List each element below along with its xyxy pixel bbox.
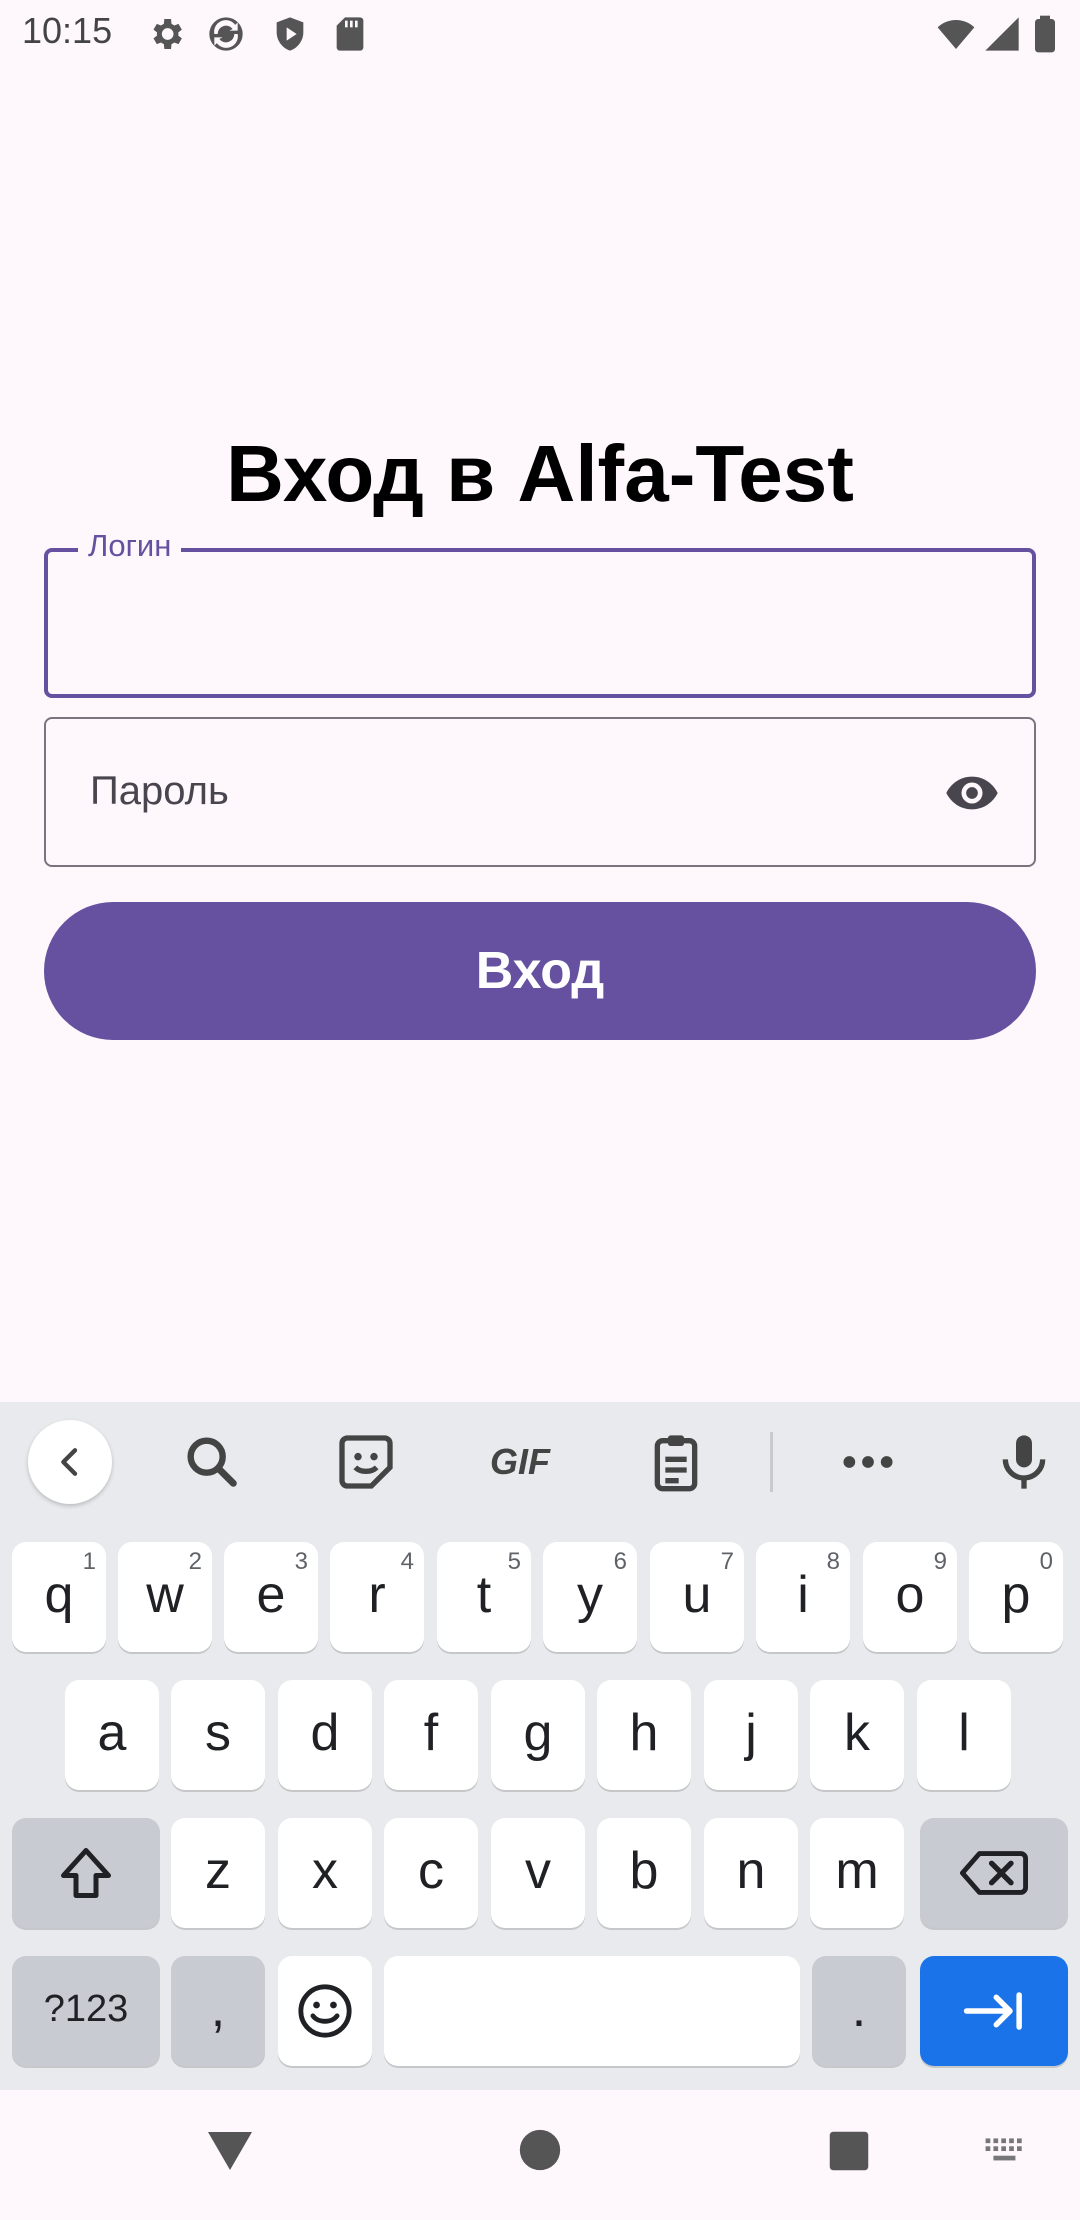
key-hint: 4 bbox=[400, 1548, 414, 1575]
password-placeholder: Пароль bbox=[90, 769, 229, 813]
key-w[interactable]: w2 bbox=[118, 1542, 212, 1652]
key-s[interactable]: s bbox=[171, 1680, 265, 1790]
recents-square-icon[interactable] bbox=[828, 2130, 870, 2172]
key-i[interactable]: i8 bbox=[756, 1542, 850, 1652]
enter-key[interactable] bbox=[920, 1956, 1068, 2066]
key-j[interactable]: j bbox=[704, 1680, 798, 1790]
password-input[interactable]: Пароль bbox=[44, 717, 1036, 867]
key-g[interactable]: g bbox=[491, 1680, 585, 1790]
soft-keyboard: GIF q1 w2 e3 r4 t5 y6 u7 i8 o9 p0 a s d … bbox=[0, 1402, 1080, 2090]
shift-icon bbox=[61, 1848, 111, 1898]
sticker-icon[interactable] bbox=[334, 1430, 398, 1494]
key-u[interactable]: u7 bbox=[650, 1542, 744, 1652]
key-o[interactable]: o9 bbox=[863, 1542, 957, 1652]
key-h[interactable]: h bbox=[597, 1680, 691, 1790]
key-hint: 7 bbox=[720, 1548, 734, 1575]
key-v[interactable]: v bbox=[491, 1818, 585, 1928]
key-hint: 8 bbox=[826, 1548, 840, 1575]
shift-key[interactable] bbox=[12, 1818, 160, 1928]
battery-icon bbox=[1035, 15, 1055, 53]
keyboard-toolbar: GIF bbox=[0, 1402, 1080, 1522]
search-icon[interactable] bbox=[180, 1430, 244, 1494]
sync-icon bbox=[209, 17, 243, 51]
key-e[interactable]: e3 bbox=[224, 1542, 318, 1652]
settings-icon bbox=[153, 19, 182, 49]
keyboard-back-button[interactable] bbox=[28, 1420, 112, 1504]
key-q[interactable]: q1 bbox=[12, 1542, 106, 1652]
key-f[interactable]: f bbox=[384, 1680, 478, 1790]
status-bar: 10:15 bbox=[0, 0, 1080, 66]
page-title: Вход в Alfa-Test bbox=[226, 429, 854, 518]
key-x[interactable]: x bbox=[278, 1818, 372, 1928]
home-circle-icon[interactable] bbox=[518, 2128, 562, 2172]
emoji-key[interactable] bbox=[278, 1956, 372, 2066]
key-m[interactable]: m bbox=[810, 1818, 904, 1928]
key-p[interactable]: p0 bbox=[969, 1542, 1063, 1652]
clipboard-icon[interactable] bbox=[644, 1430, 708, 1494]
login-input[interactable]: Логин bbox=[44, 528, 1036, 698]
key-z[interactable]: z bbox=[171, 1818, 265, 1928]
status-time: 10:15 bbox=[22, 10, 113, 51]
key-y[interactable]: y6 bbox=[543, 1542, 637, 1652]
comma-key[interactable]: , bbox=[171, 1956, 265, 2066]
key-k[interactable]: k bbox=[810, 1680, 904, 1790]
eye-icon[interactable] bbox=[940, 765, 1004, 821]
key-hint: 5 bbox=[507, 1548, 521, 1575]
wifi-icon bbox=[937, 20, 975, 49]
sd-card-icon bbox=[336, 17, 364, 51]
keyboard-switch-icon[interactable] bbox=[984, 2136, 1028, 2166]
emoji-icon bbox=[298, 1984, 352, 2038]
key-b[interactable]: b bbox=[597, 1818, 691, 1928]
navigation-bar bbox=[0, 2090, 1080, 2220]
signal-icon bbox=[985, 17, 1019, 51]
backspace-key[interactable] bbox=[920, 1818, 1068, 1928]
login-label: Логин bbox=[78, 528, 182, 564]
toolbar-divider bbox=[770, 1432, 773, 1492]
period-key[interactable]: . bbox=[812, 1956, 906, 2066]
key-c[interactable]: c bbox=[384, 1818, 478, 1928]
gif-icon[interactable]: GIF bbox=[482, 1430, 558, 1494]
space-key[interactable] bbox=[384, 1956, 800, 2066]
tab-next-icon bbox=[963, 1992, 1022, 2030]
key-n[interactable]: n bbox=[704, 1818, 798, 1928]
key-hint: 3 bbox=[294, 1548, 308, 1575]
back-icon bbox=[61, 1448, 78, 1476]
backspace-icon bbox=[960, 1851, 1028, 1895]
key-d[interactable]: d bbox=[278, 1680, 372, 1790]
key-hint: 6 bbox=[613, 1548, 627, 1575]
more-icon[interactable] bbox=[836, 1430, 900, 1494]
symbols-key[interactable]: ?123 bbox=[12, 1956, 160, 2066]
login-button[interactable]: Вход bbox=[44, 902, 1036, 1040]
key-l[interactable]: l bbox=[917, 1680, 1011, 1790]
key-hint: 2 bbox=[188, 1548, 202, 1575]
key-a[interactable]: a bbox=[65, 1680, 159, 1790]
key-hint: 1 bbox=[82, 1548, 96, 1575]
back-triangle-icon[interactable] bbox=[206, 2128, 254, 2172]
shield-play-icon bbox=[276, 17, 304, 51]
mic-icon[interactable] bbox=[992, 1430, 1056, 1494]
key-hint: 0 bbox=[1039, 1548, 1053, 1575]
key-hint: 9 bbox=[933, 1548, 947, 1575]
key-t[interactable]: t5 bbox=[437, 1542, 531, 1652]
key-r[interactable]: r4 bbox=[330, 1542, 424, 1652]
